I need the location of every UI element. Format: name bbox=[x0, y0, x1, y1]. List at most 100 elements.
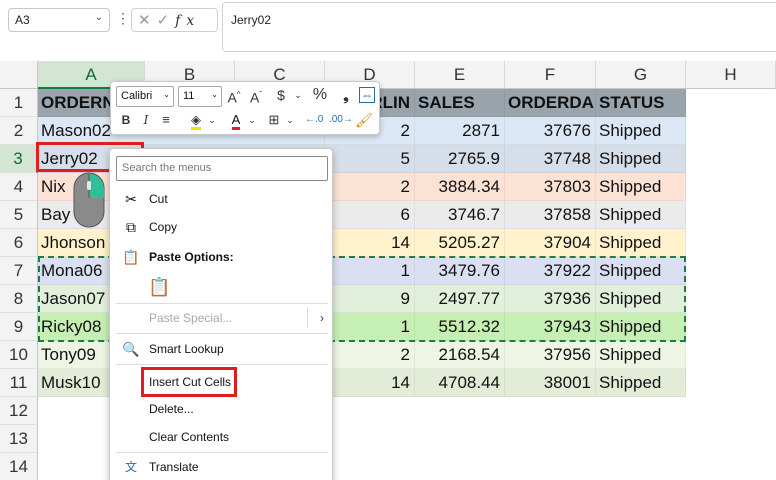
menu-item-copy[interactable]: ⧉ Copy bbox=[110, 215, 332, 239]
name-box-value: A3 bbox=[15, 13, 30, 27]
chevron-down-icon[interactable]: ⌄ bbox=[95, 12, 103, 23]
sales-cell[interactable]: 4708.44 bbox=[415, 369, 505, 397]
menu-item-translate[interactable]: 文A Translate bbox=[110, 455, 332, 479]
sales-cell[interactable]: 3746.7 bbox=[415, 201, 505, 229]
quantity-cell[interactable]: 14 bbox=[325, 229, 415, 257]
font-name-select[interactable]: Calibri ⌄ bbox=[116, 86, 174, 107]
format-painter-icon[interactable]: 🖌 bbox=[355, 110, 373, 130]
align-center-icon[interactable]: ≡ bbox=[157, 110, 175, 130]
decrease-font-icon[interactable]: Aˇ bbox=[247, 85, 265, 106]
menu-item-smart-lookup[interactable]: 🔍 Smart Lookup bbox=[110, 337, 332, 361]
paste-option-button[interactable]: 📋 bbox=[110, 275, 332, 303]
increase-decimal-icon[interactable]: ←.0 bbox=[305, 110, 323, 130]
increase-font-icon[interactable]: A^ bbox=[225, 85, 243, 106]
column-header-g[interactable]: G bbox=[596, 61, 686, 89]
menu-item-delete[interactable]: Delete... bbox=[110, 397, 332, 421]
formula-input[interactable]: Jerry02 bbox=[222, 2, 776, 52]
row-header-1[interactable]: 1 bbox=[0, 89, 38, 117]
menu-item-cut[interactable]: ✂ Cut bbox=[110, 187, 332, 211]
quantity-cell[interactable]: 6 bbox=[325, 201, 415, 229]
cancel-icon[interactable]: ✕ bbox=[138, 12, 157, 29]
menu-separator bbox=[116, 303, 328, 304]
font-name-value: Calibri bbox=[121, 90, 153, 102]
quantity-cell[interactable]: 2 bbox=[325, 173, 415, 201]
decrease-decimal-icon[interactable]: .00→ bbox=[329, 110, 353, 130]
column-header-f[interactable]: F bbox=[505, 61, 596, 89]
copy-icon: ⧉ bbox=[126, 219, 136, 235]
column-header-h[interactable]: H bbox=[686, 61, 776, 89]
status-cell[interactable]: Shipped bbox=[596, 341, 686, 369]
search-icon: 🔍 bbox=[122, 341, 140, 357]
chevron-down-icon[interactable]: ⌄ bbox=[203, 110, 221, 130]
chevron-down-icon: ⌄ bbox=[211, 90, 218, 99]
orderdate-cell[interactable]: 37676 bbox=[505, 117, 596, 145]
more-options-icon[interactable]: ⋮ bbox=[116, 10, 130, 27]
excel-window: A3 ⌄ ⋮ ✕✓fx Jerry02 A B C D E F G H 1 2 … bbox=[0, 0, 776, 480]
row-header-6[interactable]: 6 bbox=[0, 229, 38, 257]
row-header-4[interactable]: 4 bbox=[0, 173, 38, 201]
menu-search-input[interactable]: Search the menus bbox=[116, 156, 328, 181]
clipboard-icon: 📋 bbox=[122, 249, 140, 265]
chevron-right-icon[interactable]: › bbox=[320, 311, 324, 325]
row-header-7[interactable]: 7 bbox=[0, 257, 38, 285]
row-header-9[interactable]: 9 bbox=[0, 313, 38, 341]
chevron-down-icon[interactable]: ⌄ bbox=[281, 110, 299, 130]
status-cell[interactable]: Shipped bbox=[596, 229, 686, 257]
status-cell[interactable]: Shipped bbox=[596, 201, 686, 229]
insert-cut-cells-highlight bbox=[141, 367, 237, 397]
menu-item-clear-contents-label: Clear Contents bbox=[149, 430, 230, 444]
row-header-2[interactable]: 2 bbox=[0, 117, 38, 145]
column-header-e[interactable]: E bbox=[415, 61, 505, 89]
orderdate-cell[interactable]: 37904 bbox=[505, 229, 596, 257]
sales-cell[interactable]: 3884.34 bbox=[415, 173, 505, 201]
name-box[interactable]: A3 ⌄ bbox=[8, 8, 110, 32]
font-size-select[interactable]: 11 ⌄ bbox=[178, 86, 222, 107]
orderdate-cell[interactable]: 37956 bbox=[505, 341, 596, 369]
percent-style-icon[interactable]: % bbox=[311, 85, 329, 105]
status-cell[interactable]: Shipped bbox=[596, 369, 686, 397]
quantity-cell[interactable]: 14 bbox=[325, 369, 415, 397]
row-header-8[interactable]: 8 bbox=[0, 285, 38, 313]
row-header-5[interactable]: 5 bbox=[0, 201, 38, 229]
row-header-14[interactable]: 14 bbox=[0, 453, 38, 480]
menu-item-paste-special[interactable]: Paste Special... bbox=[110, 306, 332, 330]
chevron-down-icon[interactable]: ⌄ bbox=[289, 85, 307, 105]
italic-icon[interactable]: I bbox=[137, 110, 155, 130]
translate-icon: 文A bbox=[124, 460, 137, 474]
currency-format-icon[interactable]: $ bbox=[272, 85, 290, 105]
context-menu: Search the menus ✂ Cut ⧉ Copy 📋 Paste Op… bbox=[109, 148, 333, 480]
chevron-down-icon[interactable]: ⌄ bbox=[243, 110, 261, 130]
row-header-3[interactable]: 3 bbox=[0, 145, 38, 173]
quantity-cell[interactable]: 5 bbox=[325, 145, 415, 173]
header-cell-orderdate[interactable]: ORDERDA bbox=[505, 89, 596, 117]
comma-style-icon[interactable]: ❟ bbox=[337, 85, 355, 105]
quantity-cell[interactable]: 2 bbox=[325, 341, 415, 369]
sales-cell[interactable]: 2765.9 bbox=[415, 145, 505, 173]
status-cell[interactable]: Shipped bbox=[596, 145, 686, 173]
header-cell-sales[interactable]: SALES bbox=[415, 89, 505, 117]
row-header-11[interactable]: 11 bbox=[0, 369, 38, 397]
orderdate-cell[interactable]: 37858 bbox=[505, 201, 596, 229]
status-cell[interactable]: Shipped bbox=[596, 117, 686, 145]
bold-icon[interactable]: B bbox=[117, 110, 135, 130]
merge-cells-icon[interactable]: ⇔ bbox=[359, 87, 375, 103]
sales-cell[interactable]: 2168.54 bbox=[415, 341, 505, 369]
enter-icon[interactable]: ✓ bbox=[157, 12, 176, 29]
sales-cell[interactable]: 2871 bbox=[415, 117, 505, 145]
mouse-right-click-icon bbox=[73, 172, 105, 228]
menu-item-clear-contents[interactable]: Clear Contents bbox=[110, 425, 332, 449]
row-header-10[interactable]: 10 bbox=[0, 341, 38, 369]
menu-item-smart-lookup-label: Smart Lookup bbox=[149, 342, 224, 356]
insert-function-icon[interactable]: fx bbox=[175, 13, 200, 29]
status-cell[interactable]: Shipped bbox=[596, 173, 686, 201]
orderdate-cell[interactable]: 37803 bbox=[505, 173, 596, 201]
menu-item-copy-label: Copy bbox=[149, 220, 178, 234]
row-header-12[interactable]: 12 bbox=[0, 397, 38, 425]
scissors-icon: ✂ bbox=[125, 191, 137, 207]
header-cell-status[interactable]: STATUS bbox=[596, 89, 686, 117]
sales-cell[interactable]: 5205.27 bbox=[415, 229, 505, 257]
orderdate-cell[interactable]: 37748 bbox=[505, 145, 596, 173]
select-all-corner[interactable] bbox=[0, 61, 38, 89]
row-header-13[interactable]: 13 bbox=[0, 425, 38, 453]
orderdate-cell[interactable]: 38001 bbox=[505, 369, 596, 397]
